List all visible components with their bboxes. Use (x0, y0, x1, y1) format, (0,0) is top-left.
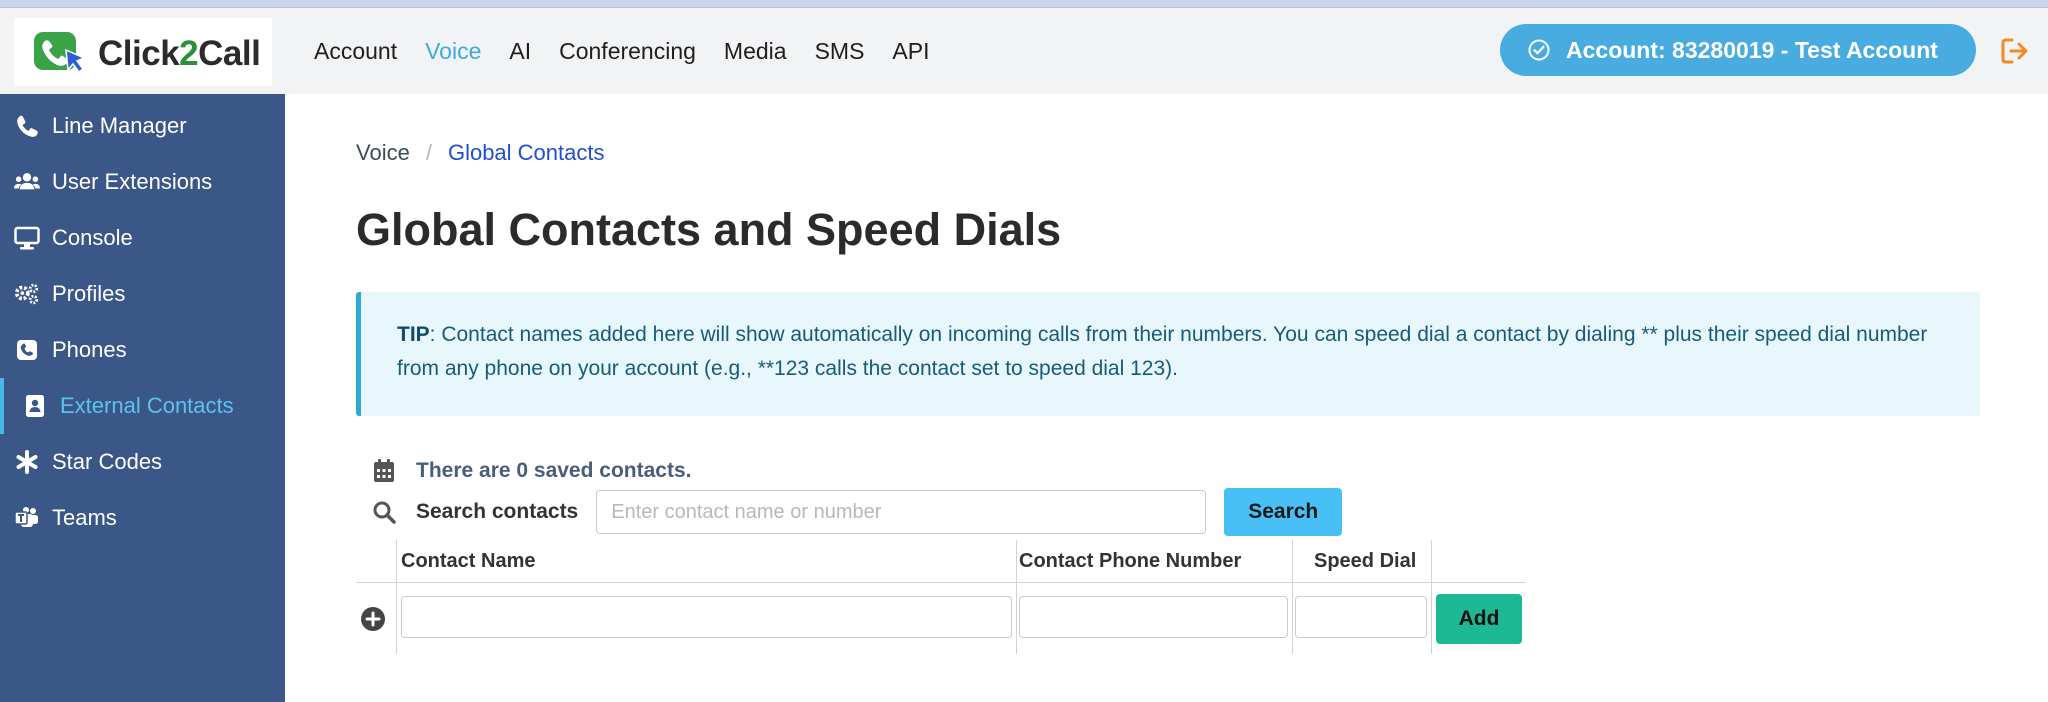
sidebar-item-star-codes[interactable]: Star Codes (0, 434, 285, 490)
search-contacts-row: Search contacts Search (372, 487, 1343, 537)
nav-sms[interactable]: SMS (815, 38, 865, 65)
nav-api[interactable]: API (892, 38, 929, 65)
sidebar-item-teams[interactable]: Teams (0, 490, 285, 546)
sign-out-icon[interactable] (2000, 36, 2030, 66)
add-contact-button[interactable]: Add (1436, 594, 1522, 644)
search-button[interactable]: Search (1224, 488, 1343, 536)
nav-ai[interactable]: AI (509, 38, 531, 65)
address-book-icon (22, 393, 48, 419)
column-header-speed-dial: Speed Dial (1314, 550, 1417, 572)
sidebar-item-profiles[interactable]: Profiles (0, 266, 285, 322)
breadcrumb-voice[interactable]: Voice (356, 140, 410, 165)
sidebar-item-label: Phones (52, 337, 127, 362)
contacts-table: Contact Name Contact Phone Number Speed … (356, 540, 1526, 654)
search-contacts-label: Search contacts (416, 500, 579, 523)
asterisk-icon (14, 449, 40, 475)
cogs-icon (14, 281, 40, 307)
teams-icon (14, 505, 40, 531)
sidebar-item-external-contacts[interactable]: External Contacts (0, 378, 285, 434)
tip-label: TIP (397, 323, 430, 346)
desktop-icon (14, 225, 40, 251)
nav-conferencing[interactable]: Conferencing (559, 38, 696, 65)
top-header: Click2Call Account Voice AI Conferencing… (0, 8, 2048, 94)
column-header-contact-name: Contact Name (401, 550, 536, 572)
sidebar-item-label: Star Codes (52, 449, 163, 474)
logo-text: Click2Call (98, 34, 261, 73)
breadcrumb-separator: / (425, 140, 432, 165)
sidebar: Line Manager User Extensions Console Pro… (0, 94, 285, 702)
new-contact-phone-input[interactable] (1019, 596, 1288, 638)
table-divider (1431, 540, 1432, 654)
column-header-contact-phone: Contact Phone Number (1019, 550, 1242, 572)
tip-alert: TIP: Contact names added here will show … (356, 292, 1980, 416)
browser-top-strip (0, 0, 2048, 8)
sidebar-item-label: Console (52, 225, 133, 250)
sidebar-item-line-manager[interactable]: Line Manager (0, 98, 285, 154)
sidebar-item-console[interactable]: Console (0, 210, 285, 266)
table-divider (1292, 540, 1293, 654)
sidebar-item-label: Profiles (52, 281, 126, 306)
sidebar-item-label: Line Manager (52, 113, 187, 138)
search-input[interactable] (596, 490, 1207, 534)
nav-account[interactable]: Account (314, 38, 397, 65)
new-speed-dial-input[interactable] (1295, 596, 1427, 638)
nav-media[interactable]: Media (724, 38, 787, 65)
nav-voice[interactable]: Voice (425, 38, 481, 65)
main-nav: Account Voice AI Conferencing Media SMS … (300, 8, 944, 94)
sidebar-item-label: Teams (52, 505, 117, 530)
table-header-divider (356, 582, 1526, 583)
saved-contacts-row: There are 0 saved contacts. (372, 456, 691, 486)
sidebar-item-user-extensions[interactable]: User Extensions (0, 154, 285, 210)
account-button[interactable]: Account: 83280019 - Test Account (1500, 24, 1976, 76)
tip-text: : Contact names added here will show aut… (397, 323, 1928, 380)
sidebar-item-label: User Extensions (52, 169, 213, 194)
account-label: Account: 83280019 - Test Account (1566, 36, 1938, 63)
plus-circle-icon[interactable] (360, 606, 386, 632)
new-contact-name-input[interactable] (401, 596, 1012, 638)
sidebar-item-label: External Contacts (60, 393, 234, 418)
breadcrumb-global-contacts[interactable]: Global Contacts (448, 140, 605, 165)
page-title: Global Contacts and Speed Dials (356, 204, 1062, 255)
phone-square-icon (14, 337, 40, 363)
table-divider (396, 540, 397, 654)
phone-icon (14, 113, 40, 139)
sidebar-item-phones[interactable]: Phones (0, 322, 285, 378)
search-icon (373, 501, 396, 524)
logo-phone-icon (34, 32, 86, 74)
check-circle-icon (1528, 39, 1550, 61)
users-icon (14, 169, 40, 195)
click2call-logo[interactable]: Click2Call (14, 18, 272, 86)
calendar-icon (374, 459, 394, 482)
breadcrumb: Voice / Global Contacts (356, 140, 604, 166)
saved-contacts-count: There are 0 saved contacts. (416, 459, 692, 482)
table-divider (1016, 540, 1017, 654)
